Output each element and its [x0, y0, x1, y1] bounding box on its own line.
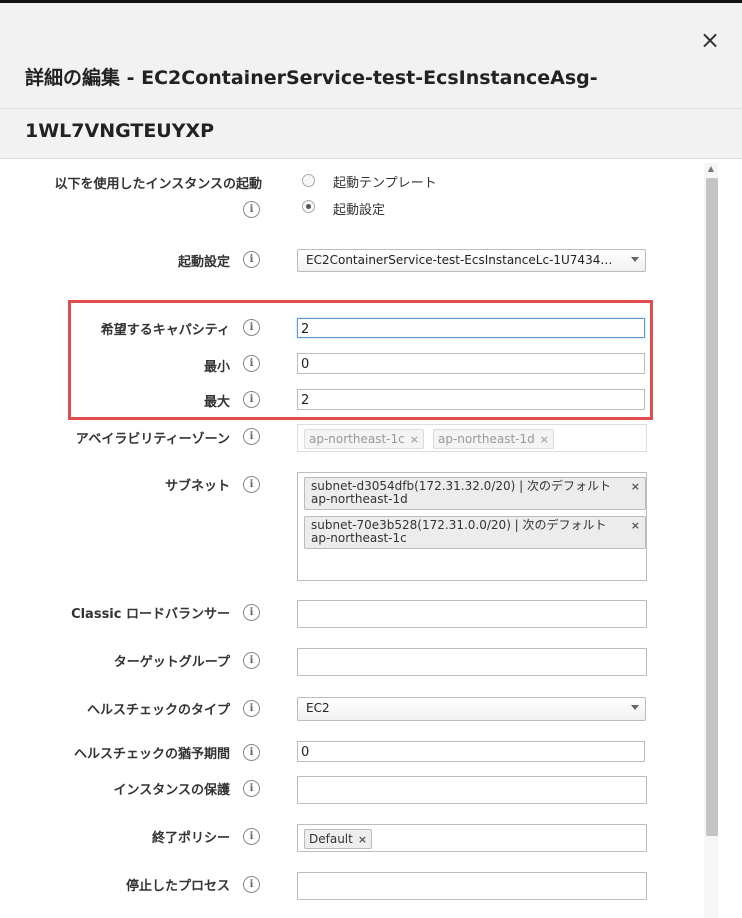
info-icon[interactable]: i — [243, 876, 260, 893]
subnets-label: サブネット — [164, 479, 230, 494]
min-size-input[interactable]: 0 — [297, 353, 645, 374]
classic-lb-field[interactable] — [297, 600, 647, 628]
info-icon[interactable]: i — [243, 652, 260, 669]
remove-tag-icon[interactable]: × — [540, 433, 549, 446]
radio-launch-config-label: 起動設定 — [333, 203, 386, 218]
target-group-field[interactable] — [297, 648, 647, 676]
info-icon[interactable]: i — [243, 828, 260, 845]
remove-tag-icon[interactable]: × — [358, 833, 367, 846]
remove-tag-icon[interactable]: × — [631, 480, 640, 493]
classic-lb-label: Classic ロードバランサー — [71, 607, 230, 622]
info-icon[interactable]: i — [243, 700, 260, 717]
az-tag: ap-northeast-1c × — [304, 429, 424, 449]
launch-config-label: 起動設定 — [177, 255, 230, 270]
subnet-tag-line2: ap-northeast-1c — [311, 531, 407, 545]
subnet-tag-line2: ap-northeast-1d — [311, 492, 408, 506]
health-check-type-label: ヘルスチェックのタイプ — [86, 703, 230, 718]
info-icon[interactable]: i — [243, 780, 260, 797]
info-icon[interactable]: i — [243, 355, 260, 372]
radio-launch-config[interactable] — [302, 200, 315, 213]
info-icon[interactable]: i — [243, 319, 260, 336]
max-size-label: 最大 — [203, 395, 230, 410]
subnet-tag: subnet-d3054dfb(172.31.32.0/20) | 次のデフォル… — [304, 477, 646, 510]
radio-launch-template-label: 起動テンプレート — [333, 176, 437, 191]
health-check-type-value: EC2 — [306, 701, 330, 715]
termination-policy-field[interactable]: Default × — [297, 824, 647, 852]
instance-protection-label: インスタンスの保護 — [113, 783, 230, 798]
scrollbar-thumb[interactable] — [706, 178, 718, 836]
dialog-title-line1: 詳細の編集 - EC2ContainerService-test-EcsInst… — [25, 67, 598, 89]
subnets-field[interactable]: subnet-d3054dfb(172.31.32.0/20) | 次のデフォル… — [297, 472, 647, 581]
min-size-label: 最小 — [203, 360, 230, 375]
health-check-grace-input[interactable]: 0 — [297, 741, 645, 762]
chevron-down-icon — [631, 705, 639, 710]
info-icon[interactable]: i — [243, 428, 260, 445]
close-icon[interactable]: × — [698, 28, 722, 52]
health-check-type-select[interactable]: EC2 — [297, 697, 646, 721]
info-icon[interactable]: i — [243, 391, 260, 408]
dialog-header: 詳細の編集 - EC2ContainerService-test-EcsInst… — [0, 3, 742, 159]
launch-source-label: 以下を使用したインスタンスの起動 — [54, 177, 262, 192]
header-divider — [0, 108, 742, 109]
info-icon[interactable]: i — [243, 251, 260, 268]
launch-config-value: EC2ContainerService-test-EcsInstanceLc-1… — [306, 253, 613, 267]
az-tag-label: ap-northeast-1c — [309, 432, 405, 446]
health-check-grace-label: ヘルスチェックの猶予期間 — [73, 747, 230, 762]
desired-capacity-label: 希望するキャパシティ — [100, 323, 230, 338]
target-group-label: ターゲットグループ — [113, 655, 230, 670]
termination-policy-tag-label: Default — [309, 832, 353, 846]
info-icon[interactable]: i — [243, 476, 260, 493]
termination-policy-label: 終了ポリシー — [151, 831, 230, 846]
max-size-input[interactable]: 2 — [297, 389, 645, 410]
subnet-tag: subnet-70e3b528(172.31.0.0/20) | 次のデフォルト… — [304, 516, 646, 549]
radio-launch-template[interactable] — [302, 174, 315, 187]
scroll-up-arrow[interactable]: ▲ — [706, 163, 716, 175]
suspended-processes-label: 停止したプロセス — [125, 879, 230, 894]
dialog-title-line2: 1WL7VNGTEUYXP — [25, 120, 215, 142]
info-icon[interactable]: i — [243, 604, 260, 621]
launch-config-select[interactable]: EC2ContainerService-test-EcsInstanceLc-1… — [297, 249, 646, 272]
suspended-processes-field[interactable] — [297, 872, 647, 900]
info-icon[interactable]: i — [243, 201, 260, 218]
az-tag: ap-northeast-1d × — [433, 429, 554, 449]
info-icon[interactable]: i — [243, 744, 260, 761]
availability-zones-field[interactable]: ap-northeast-1c × ap-northeast-1d × — [297, 424, 647, 452]
az-tag-label: ap-northeast-1d — [438, 432, 535, 446]
termination-policy-tag: Default × — [304, 829, 373, 849]
remove-tag-icon[interactable]: × — [631, 519, 640, 532]
availability-zones-label: アベイラビリティーゾーン — [75, 432, 230, 447]
chevron-down-icon — [631, 257, 639, 262]
instance-protection-field[interactable] — [297, 776, 647, 804]
remove-tag-icon[interactable]: × — [410, 433, 419, 446]
desired-capacity-input[interactable]: 2 — [297, 318, 645, 338]
